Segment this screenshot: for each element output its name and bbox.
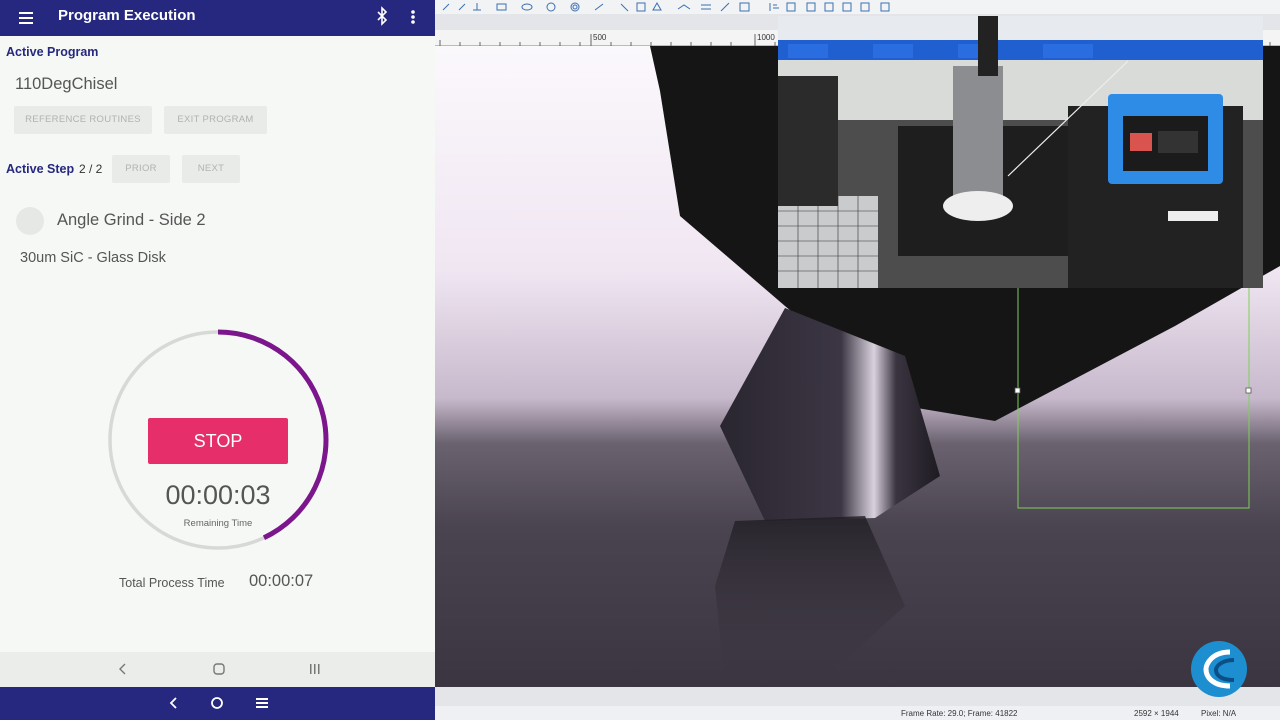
program-name: 110DegChisel (15, 75, 118, 93)
reference-routines-button[interactable]: REFERENCE ROUTINES (14, 106, 152, 134)
stop-button[interactable]: STOP (148, 418, 288, 464)
drawing-toolbar (435, 0, 1280, 14)
back-icon[interactable] (116, 661, 130, 677)
frame-info: Frame Rate: 29.0; Frame: 41822 (901, 709, 1018, 718)
machine-overview-camera (778, 16, 1263, 288)
step-abrasive: 30um SiC - Glass Disk (20, 250, 166, 266)
bluetooth-icon[interactable] (374, 6, 390, 26)
more-vert-icon[interactable] (405, 6, 421, 28)
app-title: Program Execution (58, 7, 196, 24)
back-icon[interactable] (167, 695, 181, 711)
menu-icon[interactable] (254, 695, 270, 711)
active-step-label: Active Step (6, 162, 75, 176)
ruler-tick-label: 1000 (757, 33, 775, 42)
total-process-time: 00:00:07 (249, 572, 314, 590)
step-count: 2 / 2 (79, 162, 103, 176)
company-logo (1191, 641, 1247, 697)
home-icon[interactable] (209, 695, 225, 711)
exit-program-button[interactable]: EXIT PROGRAM (164, 106, 267, 134)
machine-photo (778, 16, 1263, 288)
toolbar-icons[interactable] (435, 0, 1280, 14)
status-bar: Frame Rate: 29.0; Frame: 41822 2592 × 19… (435, 706, 1280, 720)
microscope-software: 500 1000 Frame Rate: 29.0; Frame: 41822 … (435, 0, 1280, 720)
total-process-time-label: Total Process Time (119, 576, 225, 590)
active-program-label: Active Program (6, 45, 99, 59)
image-resolution: 2592 × 1944 (1134, 709, 1179, 718)
step-status-indicator (16, 207, 44, 235)
home-icon[interactable] (211, 661, 227, 677)
step-name: Angle Grind - Side 2 (57, 211, 206, 229)
app-bar: Program Execution (0, 0, 435, 36)
remaining-time: 00:00:03 (165, 480, 271, 510)
pixel-readout: Pixel: N/A (1201, 709, 1237, 718)
ruler-tick-label: 500 (593, 33, 607, 42)
program-execution-app: Program Execution Active Program 110DegC… (0, 0, 435, 720)
remaining-time-label: Remaining Time (183, 518, 253, 529)
prior-button[interactable]: PRIOR (112, 155, 170, 183)
device-nav-bar (0, 687, 435, 720)
system-nav-bar (0, 652, 435, 687)
recents-icon[interactable] (307, 661, 323, 677)
hamburger-icon[interactable] (16, 7, 38, 29)
next-button[interactable]: NEXT (182, 155, 240, 183)
